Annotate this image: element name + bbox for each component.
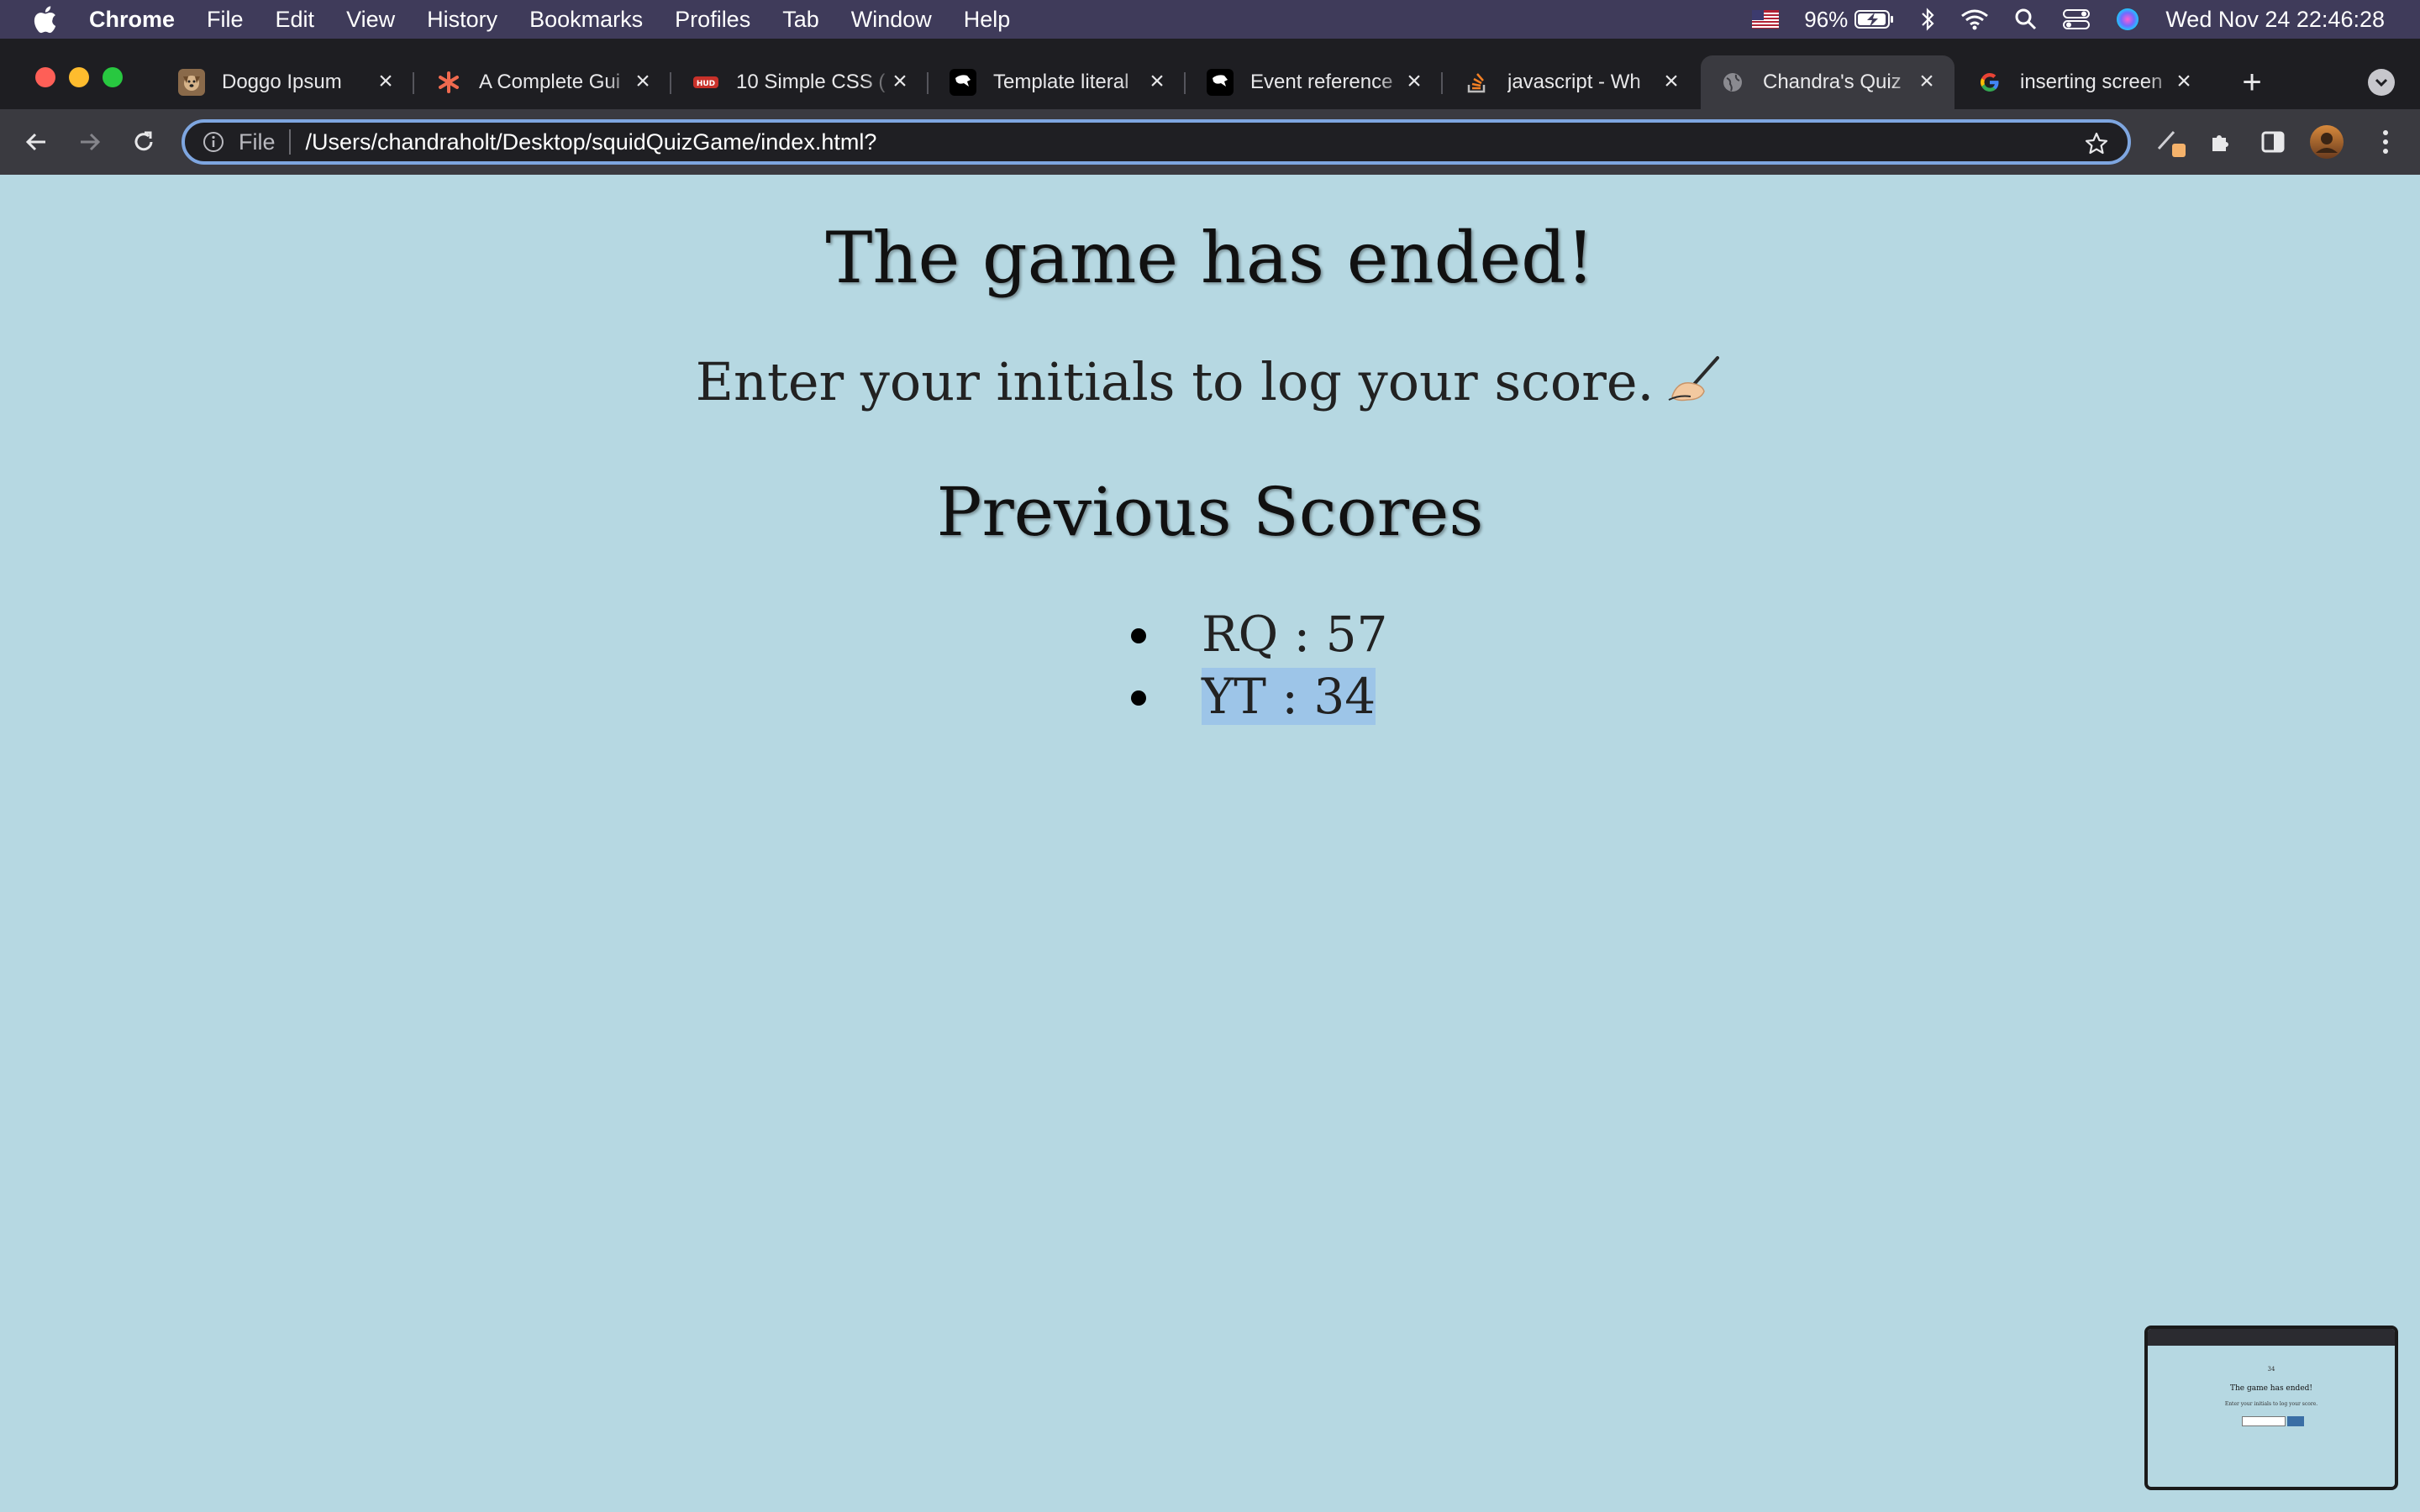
tab-close-icon[interactable]: × <box>1657 67 1686 96</box>
stackoverflow-icon <box>1464 69 1491 96</box>
thumbnail-initials-input <box>2242 1416 2286 1426</box>
site-info-icon[interactable] <box>200 129 227 155</box>
game-ended-heading: The game has ended! <box>825 217 1595 299</box>
bluetooth-icon[interactable] <box>1920 8 1935 31</box>
menu-edit[interactable]: Edit <box>276 7 315 33</box>
thumbnail-submit-button <box>2287 1416 2304 1426</box>
pen-extension-icon[interactable] <box>2151 123 2190 161</box>
omnibox-divider <box>288 129 291 155</box>
control-center-icon[interactable] <box>2063 8 2091 30</box>
google-icon <box>1976 69 2003 96</box>
tab-separator <box>670 72 671 94</box>
tab-doggo-ipsum[interactable]: Doggo Ipsum × <box>160 55 414 109</box>
svg-text:HUD: HUD <box>697 80 715 88</box>
browser-toolbar: File /Users/chandraholt/Desktop/squidQui… <box>0 109 2420 175</box>
score-entry-text-selected: YT : 34 <box>1202 668 1376 725</box>
new-tab-button[interactable]: + <box>2232 62 2272 102</box>
tab-event-reference[interactable]: Event reference × <box>1188 55 1443 109</box>
screenshot-preview-thumbnail[interactable]: 34 The game has ended! Enter your initia… <box>2144 1326 2398 1490</box>
tab-close-icon[interactable]: × <box>371 67 400 96</box>
tab-close-icon[interactable]: × <box>1143 67 1171 96</box>
bookmark-star-icon[interactable] <box>2082 129 2111 158</box>
menu-view[interactable]: View <box>346 7 395 33</box>
browser-tab-strip: Doggo Ipsum × A Complete Gui × HUD 10 Si… <box>0 39 2420 109</box>
siri-icon[interactable] <box>2115 7 2140 32</box>
tab-separator <box>927 72 929 94</box>
tab-chandras-quiz[interactable]: Chandra's Quiz × <box>1701 55 1954 109</box>
score-list-item: YT : 34 <box>1126 665 1387 727</box>
quiz-end-page: The game has ended! Enter your initials … <box>0 175 2420 1512</box>
menu-bar-clock[interactable]: Wed Nov 24 22:46:28 <box>2165 7 2385 33</box>
extensions-puzzle-icon[interactable] <box>2202 123 2240 161</box>
tab-title: Event reference <box>1250 71 1393 93</box>
tab-close-icon[interactable]: × <box>886 67 914 96</box>
battery-percent: 96% <box>1804 6 1849 32</box>
window-close-button[interactable] <box>35 67 55 87</box>
mdn-icon <box>950 69 976 96</box>
tab-separator <box>413 72 414 94</box>
initials-prompt: Enter your initials to log your score. <box>0 351 2420 412</box>
hud-icon: HUD <box>692 69 719 96</box>
menu-app-chrome[interactable]: Chrome <box>89 7 175 33</box>
reload-icon[interactable] <box>124 123 163 161</box>
tab-title: A Complete Gui <box>479 71 621 93</box>
menu-history[interactable]: History <box>427 7 497 33</box>
menu-bookmarks[interactable]: Bookmarks <box>529 7 643 33</box>
tab-title: javascript - Wh <box>1507 71 1641 93</box>
initials-prompt-text: Enter your initials to log your score. <box>695 351 1655 412</box>
tab-close-icon[interactable]: × <box>629 67 657 96</box>
apple-menu-icon[interactable] <box>30 3 59 36</box>
thumbnail-score: 34 <box>2267 1366 2275 1373</box>
address-bar[interactable]: File /Users/chandraholt/Desktop/squidQui… <box>182 119 2131 165</box>
thumbnail-prompt: Enter your initials to log your score. <box>2224 1401 2318 1407</box>
menu-bar-status-area: 96% Wed Nov 24 22:46:28 <box>1752 0 2420 39</box>
tab-title: Doggo Ipsum <box>222 71 342 93</box>
forward-arrow-icon[interactable] <box>71 123 109 161</box>
back-arrow-icon[interactable] <box>17 123 55 161</box>
tab-title: 10 Simple CSS ( <box>736 71 886 93</box>
tab-inserting-screenshots[interactable]: inserting screen × <box>1958 55 2212 109</box>
mdn-icon <box>1207 69 1234 96</box>
score-list-item: RQ : 57 <box>1126 603 1387 665</box>
tab-simple-css[interactable]: HUD 10 Simple CSS ( × <box>674 55 929 109</box>
tab-close-icon[interactable]: × <box>1400 67 1428 96</box>
tab-separator <box>1441 72 1443 94</box>
tab-separator <box>1184 72 1186 94</box>
tab-stackoverflow[interactable]: javascript - Wh × <box>1445 55 1699 109</box>
tab-title: Template literal <box>993 71 1129 93</box>
dog-icon <box>178 69 205 96</box>
spotlight-search-icon[interactable] <box>2014 8 2038 31</box>
menu-window[interactable]: Window <box>851 7 932 33</box>
chrome-menu-kebab-icon[interactable] <box>2366 123 2405 161</box>
globe-icon <box>1719 69 1746 96</box>
tab-complete-guide[interactable]: A Complete Gui × <box>417 55 671 109</box>
macos-menu-bar: Chrome File Edit View History Bookmarks … <box>0 0 2420 39</box>
wifi-icon[interactable] <box>1960 8 1989 30</box>
thumbnail-browser-chrome <box>2148 1329 2395 1346</box>
menu-tab[interactable]: Tab <box>782 7 819 33</box>
menu-profiles[interactable]: Profiles <box>675 7 750 33</box>
profile-avatar[interactable] <box>2307 123 2346 161</box>
tab-title: inserting screen <box>2020 71 2163 93</box>
thumbnail-heading: The game has ended! <box>2229 1384 2313 1393</box>
score-entry-text: RQ : 57 <box>1202 606 1388 663</box>
side-panel-icon[interactable] <box>2254 123 2292 161</box>
window-zoom-button[interactable] <box>103 67 123 87</box>
us-flag-icon[interactable] <box>1752 10 1780 29</box>
previous-scores-heading: Previous Scores <box>936 473 1484 551</box>
previous-scores-list: RQ : 57 YT : 34 <box>1126 603 1387 727</box>
menu-help[interactable]: Help <box>964 7 1011 33</box>
menu-file[interactable]: File <box>207 7 244 33</box>
tab-search-chevron-icon[interactable] <box>2368 69 2395 96</box>
tab-close-icon[interactable]: × <box>2170 67 2198 96</box>
battery-charging-icon[interactable] <box>1854 9 1895 29</box>
writing-hand-icon <box>1665 354 1724 405</box>
url-text[interactable]: /Users/chandraholt/Desktop/squidQuizGame… <box>306 129 877 155</box>
tab-close-icon[interactable]: × <box>1912 67 1941 96</box>
window-minimize-button[interactable] <box>69 67 89 87</box>
url-scheme-label: File <box>239 129 276 155</box>
tab-template-literals[interactable]: Template literal × <box>931 55 1186 109</box>
tab-title: Chandra's Quiz <box>1763 71 1902 93</box>
asterisk-icon <box>435 69 462 96</box>
